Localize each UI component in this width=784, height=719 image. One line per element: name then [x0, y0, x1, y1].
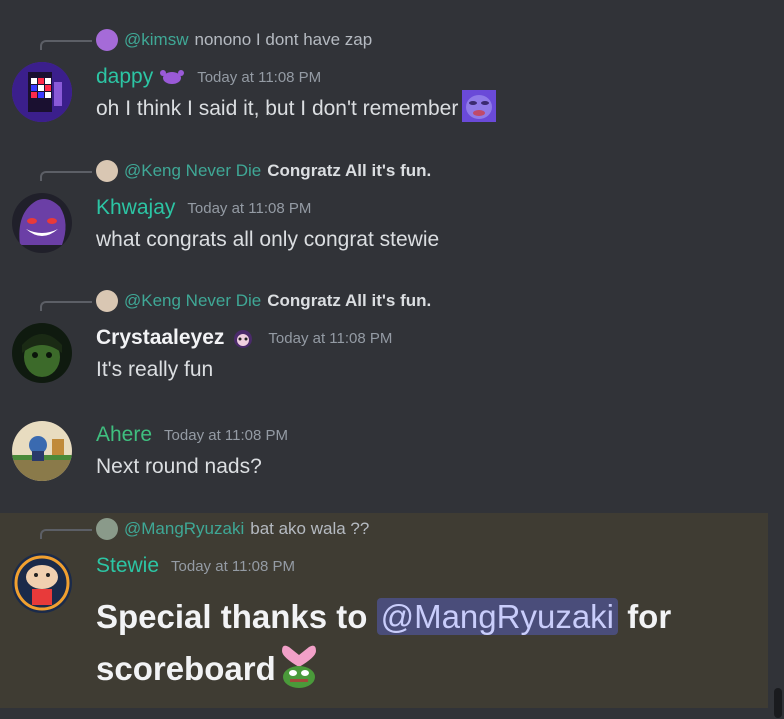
message-content: It's really fun [96, 356, 213, 384]
pepe-heart-emoji-icon[interactable] [276, 641, 322, 702]
crab-badge-icon [159, 66, 185, 88]
message-text: Next round nads? [96, 455, 262, 478]
username[interactable]: Khwajay [96, 196, 175, 220]
reply-avatar-kimsw [96, 29, 118, 51]
reply-author[interactable]: @kimsw [124, 30, 188, 50]
message-khwajay: @Keng Never Die Congratz All it's fun. K… [0, 140, 768, 270]
message-text: It's really fun [96, 358, 214, 381]
user-mention[interactable]: @MangRyuzaki [376, 598, 619, 635]
reply-author[interactable]: @MangRyuzaki [124, 519, 244, 539]
username[interactable]: dappy [96, 65, 153, 89]
message-header: Crystaaleyez Today at 11:08 PM [96, 324, 392, 352]
reply-author[interactable]: @Keng Never Die [124, 161, 261, 181]
reply-avatar-keng [96, 160, 118, 182]
avatar-crystaaleyez[interactable] [12, 323, 72, 383]
avatar-khwajay[interactable] [12, 193, 72, 253]
message-header: dappy Today at 11:08 PM [96, 63, 321, 91]
message-dappy: @kimsw nonono I dont have zap dappy Toda… [0, 0, 768, 140]
timestamp[interactable]: Today at 11:08 PM [197, 69, 321, 86]
timestamp[interactable]: Today at 11:08 PM [164, 427, 288, 444]
reply-connector [40, 301, 92, 311]
timestamp[interactable]: Today at 11:08 PM [171, 558, 295, 575]
scrollbar[interactable] [774, 688, 782, 718]
message-text-start: Special thanks to [96, 598, 368, 635]
face-emoji-icon[interactable] [462, 90, 497, 128]
reply-avatar-keng [96, 290, 118, 312]
avatar-dappy[interactable] [12, 62, 72, 122]
purple-blob-badge-icon [230, 327, 256, 349]
avatar-ahere[interactable] [12, 421, 72, 481]
message-text-end: for [627, 598, 672, 635]
avatar-stewie[interactable] [12, 553, 72, 613]
message-text-line2: scoreboard [96, 650, 276, 688]
timestamp[interactable]: Today at 11:08 PM [187, 200, 311, 217]
message-header: Stewie Today at 11:08 PM [96, 552, 295, 580]
reply-text: Congratz All it's fun. [267, 291, 432, 310]
reply-preview[interactable]: @Keng Never Die Congratz All it's fun. [96, 160, 431, 182]
message-text: what congrats all only congrat stewie [96, 228, 440, 251]
reply-preview[interactable]: @Keng Never Die Congratz All it's fun. [96, 290, 431, 312]
username[interactable]: Stewie [96, 554, 159, 578]
reply-text: bat ako wala ?? [250, 519, 370, 538]
reply-preview[interactable]: @MangRyuzaki bat ako wala ?? [96, 518, 369, 540]
message-content: Special thanks to @MangRyuzaki for score… [96, 593, 736, 702]
message-content: oh I think I said it, but I don't rememb… [96, 90, 497, 124]
jumbo-message-text: Special thanks to @MangRyuzaki for score… [96, 593, 736, 702]
message-content: what congrats all only congrat stewie [96, 226, 439, 254]
reply-text: nonono I dont have zap [194, 30, 373, 49]
message-header: Ahere Today at 11:08 PM [96, 421, 288, 449]
reply-connector [40, 171, 92, 181]
reply-connector [40, 40, 92, 50]
username[interactable]: Ahere [96, 423, 152, 447]
message-crystaaleyez: @Keng Never Die Congratz All it's fun. C… [0, 270, 768, 400]
reply-text: Congratz All it's fun. [267, 161, 432, 180]
message-ahere: Ahere Today at 11:08 PM Next round nads? [0, 400, 768, 510]
message-stewie: @MangRyuzaki bat ako wala ?? Stewie Toda… [0, 513, 768, 708]
message-header: Khwajay Today at 11:08 PM [96, 194, 311, 222]
timestamp[interactable]: Today at 11:08 PM [268, 330, 392, 347]
reply-preview[interactable]: @kimsw nonono I dont have zap [96, 29, 372, 51]
reply-author[interactable]: @Keng Never Die [124, 291, 261, 311]
username[interactable]: Crystaaleyez [96, 326, 224, 350]
message-text: oh I think I said it, but I don't rememb… [96, 97, 459, 120]
message-content: Next round nads? [96, 453, 262, 481]
reply-avatar-mangryuzaki [96, 518, 118, 540]
reply-connector [40, 529, 92, 539]
